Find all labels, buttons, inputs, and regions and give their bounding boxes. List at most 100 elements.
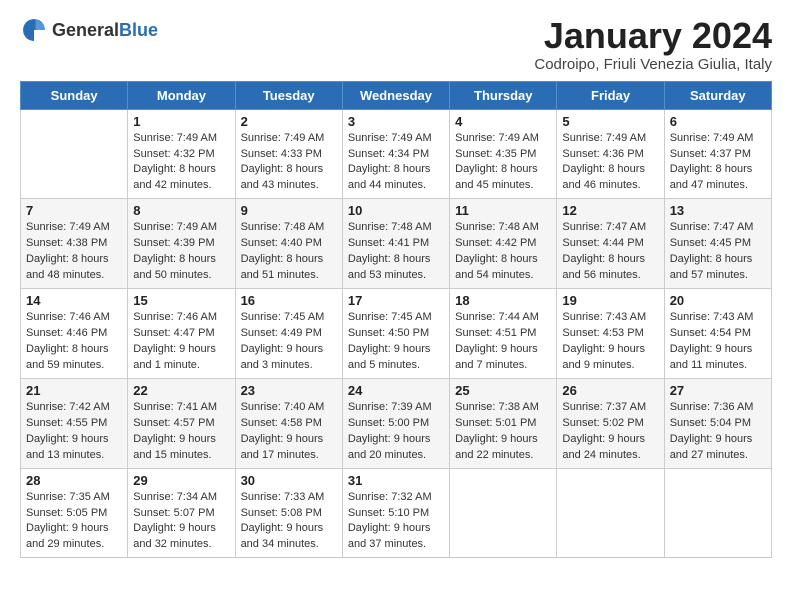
calendar-day-cell: 9Sunrise: 7:48 AMSunset: 4:40 PMDaylight… bbox=[235, 199, 342, 289]
calendar-day-cell: 22Sunrise: 7:41 AMSunset: 4:57 PMDayligh… bbox=[128, 378, 235, 468]
weekday-header-cell: Thursday bbox=[450, 81, 557, 109]
day-number: 30 bbox=[241, 473, 337, 488]
calendar-day-cell: 24 Sunrise: 7:39 AMSunset: 5:00 PMDayligh… bbox=[342, 378, 449, 468]
day-number: 26 bbox=[562, 383, 658, 398]
title-block: January 2024 Codroipo, Friuli Venezia Gi… bbox=[534, 16, 772, 73]
calendar-day-cell: 2 Sunrise: 7:49 AMSunset: 4:33 PMDaylight… bbox=[235, 109, 342, 199]
cell-details: Sunrise: 7:49 AMSunset: 4:34 PMDaylight:… bbox=[348, 132, 432, 192]
cell-details: Sunrise: 7:46 AMSunset: 4:46 PMDaylight:… bbox=[26, 311, 110, 371]
cell-details: Sunrise: 7:48 AMSunset: 4:41 PMDaylight:… bbox=[348, 221, 432, 281]
day-number: 27 bbox=[670, 383, 766, 398]
day-number: 2 bbox=[241, 114, 337, 129]
calendar-day-cell: 28Sunrise: 7:35 AMSunset: 5:05 PMDayligh… bbox=[21, 468, 128, 558]
calendar-day-cell: 6Sunrise: 7:49 AMSunset: 4:37 PMDaylight… bbox=[664, 109, 771, 199]
page-title: January 2024 bbox=[534, 16, 772, 56]
calendar-day-cell: 26 Sunrise: 7:37 AMSunset: 5:02 PMDayligh… bbox=[557, 378, 664, 468]
logo-text: GeneralBlue bbox=[52, 20, 158, 41]
cell-details: Sunrise: 7:36 AMSunset: 5:04 PMDaylight:… bbox=[670, 401, 754, 461]
cell-details: Sunrise: 7:43 AMSunset: 4:54 PMDaylight:… bbox=[670, 311, 754, 371]
day-number: 20 bbox=[670, 293, 766, 308]
calendar-week-row: 1Sunrise: 7:49 AMSunset: 4:32 PMDaylight… bbox=[21, 109, 772, 199]
calendar-day-cell: 8 Sunrise: 7:49 AMSunset: 4:39 PMDaylight… bbox=[128, 199, 235, 289]
calendar-day-cell: 20 Sunrise: 7:43 AMSunset: 4:54 PMDayligh… bbox=[664, 289, 771, 379]
cell-details: Sunrise: 7:45 AMSunset: 4:49 PMDaylight:… bbox=[241, 311, 325, 371]
page-subtitle: Codroipo, Friuli Venezia Giulia, Italy bbox=[534, 56, 772, 73]
day-number: 15 bbox=[133, 293, 229, 308]
calendar-table: SundayMondayTuesdayWednesdayThursdayFrid… bbox=[20, 81, 772, 559]
cell-details: Sunrise: 7:49 AMSunset: 4:39 PMDaylight:… bbox=[133, 221, 217, 281]
cell-details: Sunrise: 7:49 AMSunset: 4:35 PMDaylight:… bbox=[455, 132, 539, 192]
day-number: 29 bbox=[133, 473, 229, 488]
cell-details: Sunrise: 7:47 AMSunset: 4:44 PMDaylight:… bbox=[562, 221, 646, 281]
day-number: 25 bbox=[455, 383, 551, 398]
calendar-day-cell: 29 Sunrise: 7:34 AMSunset: 5:07 PMDayligh… bbox=[128, 468, 235, 558]
cell-details: Sunrise: 7:34 AMSunset: 5:07 PMDaylight:… bbox=[133, 491, 217, 551]
calendar-day-cell bbox=[664, 468, 771, 558]
calendar-week-row: 21 Sunrise: 7:42 AMSunset: 4:55 PMDayligh… bbox=[21, 378, 772, 468]
cell-details: Sunrise: 7:43 AMSunset: 4:53 PMDaylight:… bbox=[562, 311, 646, 371]
calendar-day-cell: 16 Sunrise: 7:45 AMSunset: 4:49 PMDayligh… bbox=[235, 289, 342, 379]
day-number: 17 bbox=[348, 293, 444, 308]
calendar-day-cell: 12 Sunrise: 7:47 AMSunset: 4:44 PMDayligh… bbox=[557, 199, 664, 289]
calendar-day-cell bbox=[21, 109, 128, 199]
weekday-header-cell: Monday bbox=[128, 81, 235, 109]
cell-details: Sunrise: 7:47 AMSunset: 4:45 PMDaylight:… bbox=[670, 221, 754, 281]
calendar-day-cell: 7 Sunrise: 7:49 AMSunset: 4:38 PMDaylight… bbox=[21, 199, 128, 289]
calendar-day-cell: 27 Sunrise: 7:36 AMSunset: 5:04 PMDayligh… bbox=[664, 378, 771, 468]
day-number: 3 bbox=[348, 114, 444, 129]
cell-details: Sunrise: 7:45 AMSunset: 4:50 PMDaylight:… bbox=[348, 311, 432, 371]
calendar-day-cell: 10Sunrise: 7:48 AMSunset: 4:41 PMDayligh… bbox=[342, 199, 449, 289]
calendar-day-cell: 15 Sunrise: 7:46 AMSunset: 4:47 PMDayligh… bbox=[128, 289, 235, 379]
cell-details: Sunrise: 7:41 AMSunset: 4:57 PMDaylight:… bbox=[133, 401, 217, 461]
calendar-week-row: 14 Sunrise: 7:46 AMSunset: 4:46 PMDayligh… bbox=[21, 289, 772, 379]
cell-details: Sunrise: 7:46 AMSunset: 4:47 PMDaylight:… bbox=[133, 311, 217, 371]
weekday-header-cell: Tuesday bbox=[235, 81, 342, 109]
day-number: 14 bbox=[26, 293, 122, 308]
cell-details: Sunrise: 7:49 AMSunset: 4:36 PMDaylight:… bbox=[562, 132, 646, 192]
weekday-header-row: SundayMondayTuesdayWednesdayThursdayFrid… bbox=[21, 81, 772, 109]
day-number: 5 bbox=[562, 114, 658, 129]
day-number: 21 bbox=[26, 383, 122, 398]
calendar-day-cell: 13 Sunrise: 7:47 AMSunset: 4:45 PMDayligh… bbox=[664, 199, 771, 289]
day-number: 18 bbox=[455, 293, 551, 308]
day-number: 16 bbox=[241, 293, 337, 308]
cell-details: Sunrise: 7:48 AMSunset: 4:42 PMDaylight:… bbox=[455, 221, 539, 281]
day-number: 12 bbox=[562, 203, 658, 218]
cell-details: Sunrise: 7:49 AMSunset: 4:32 PMDaylight:… bbox=[133, 132, 217, 192]
day-number: 28 bbox=[26, 473, 122, 488]
calendar-day-cell: 1Sunrise: 7:49 AMSunset: 4:32 PMDaylight… bbox=[128, 109, 235, 199]
cell-details: Sunrise: 7:49 AMSunset: 4:38 PMDaylight:… bbox=[26, 221, 110, 281]
cell-details: Sunrise: 7:39 AMSunset: 5:00 PMDaylight:… bbox=[348, 401, 432, 461]
calendar-day-cell: 11Sunrise: 7:48 AMSunset: 4:42 PMDayligh… bbox=[450, 199, 557, 289]
calendar-day-cell: 3 Sunrise: 7:49 AMSunset: 4:34 PMDaylight… bbox=[342, 109, 449, 199]
calendar-day-cell: 19Sunrise: 7:43 AMSunset: 4:53 PMDayligh… bbox=[557, 289, 664, 379]
calendar-day-cell: 4 Sunrise: 7:49 AMSunset: 4:35 PMDaylight… bbox=[450, 109, 557, 199]
logo-icon bbox=[20, 16, 48, 44]
calendar-day-cell: 30 Sunrise: 7:33 AMSunset: 5:08 PMDayligh… bbox=[235, 468, 342, 558]
cell-details: Sunrise: 7:49 AMSunset: 4:33 PMDaylight:… bbox=[241, 132, 325, 192]
cell-details: Sunrise: 7:42 AMSunset: 4:55 PMDaylight:… bbox=[26, 401, 110, 461]
cell-details: Sunrise: 7:49 AMSunset: 4:37 PMDaylight:… bbox=[670, 132, 754, 192]
cell-details: Sunrise: 7:33 AMSunset: 5:08 PMDaylight:… bbox=[241, 491, 325, 551]
calendar-body: 1Sunrise: 7:49 AMSunset: 4:32 PMDaylight… bbox=[21, 109, 772, 558]
day-number: 24 bbox=[348, 383, 444, 398]
calendar-day-cell bbox=[557, 468, 664, 558]
day-number: 7 bbox=[26, 203, 122, 218]
weekday-header-cell: Saturday bbox=[664, 81, 771, 109]
day-number: 31 bbox=[348, 473, 444, 488]
day-number: 13 bbox=[670, 203, 766, 218]
weekday-header-cell: Friday bbox=[557, 81, 664, 109]
calendar-day-cell: 18Sunrise: 7:44 AMSunset: 4:51 PMDayligh… bbox=[450, 289, 557, 379]
calendar-week-row: 28Sunrise: 7:35 AMSunset: 5:05 PMDayligh… bbox=[21, 468, 772, 558]
weekday-header-cell: Wednesday bbox=[342, 81, 449, 109]
logo-general: General bbox=[52, 20, 119, 40]
calendar-day-cell: 14 Sunrise: 7:46 AMSunset: 4:46 PMDayligh… bbox=[21, 289, 128, 379]
day-number: 9 bbox=[241, 203, 337, 218]
calendar-day-cell: 5 Sunrise: 7:49 AMSunset: 4:36 PMDaylight… bbox=[557, 109, 664, 199]
day-number: 4 bbox=[455, 114, 551, 129]
calendar-day-cell: 25Sunrise: 7:38 AMSunset: 5:01 PMDayligh… bbox=[450, 378, 557, 468]
calendar-day-cell: 31Sunrise: 7:32 AMSunset: 5:10 PMDayligh… bbox=[342, 468, 449, 558]
day-number: 8 bbox=[133, 203, 229, 218]
cell-details: Sunrise: 7:40 AMSunset: 4:58 PMDaylight:… bbox=[241, 401, 325, 461]
cell-details: Sunrise: 7:37 AMSunset: 5:02 PMDaylight:… bbox=[562, 401, 646, 461]
